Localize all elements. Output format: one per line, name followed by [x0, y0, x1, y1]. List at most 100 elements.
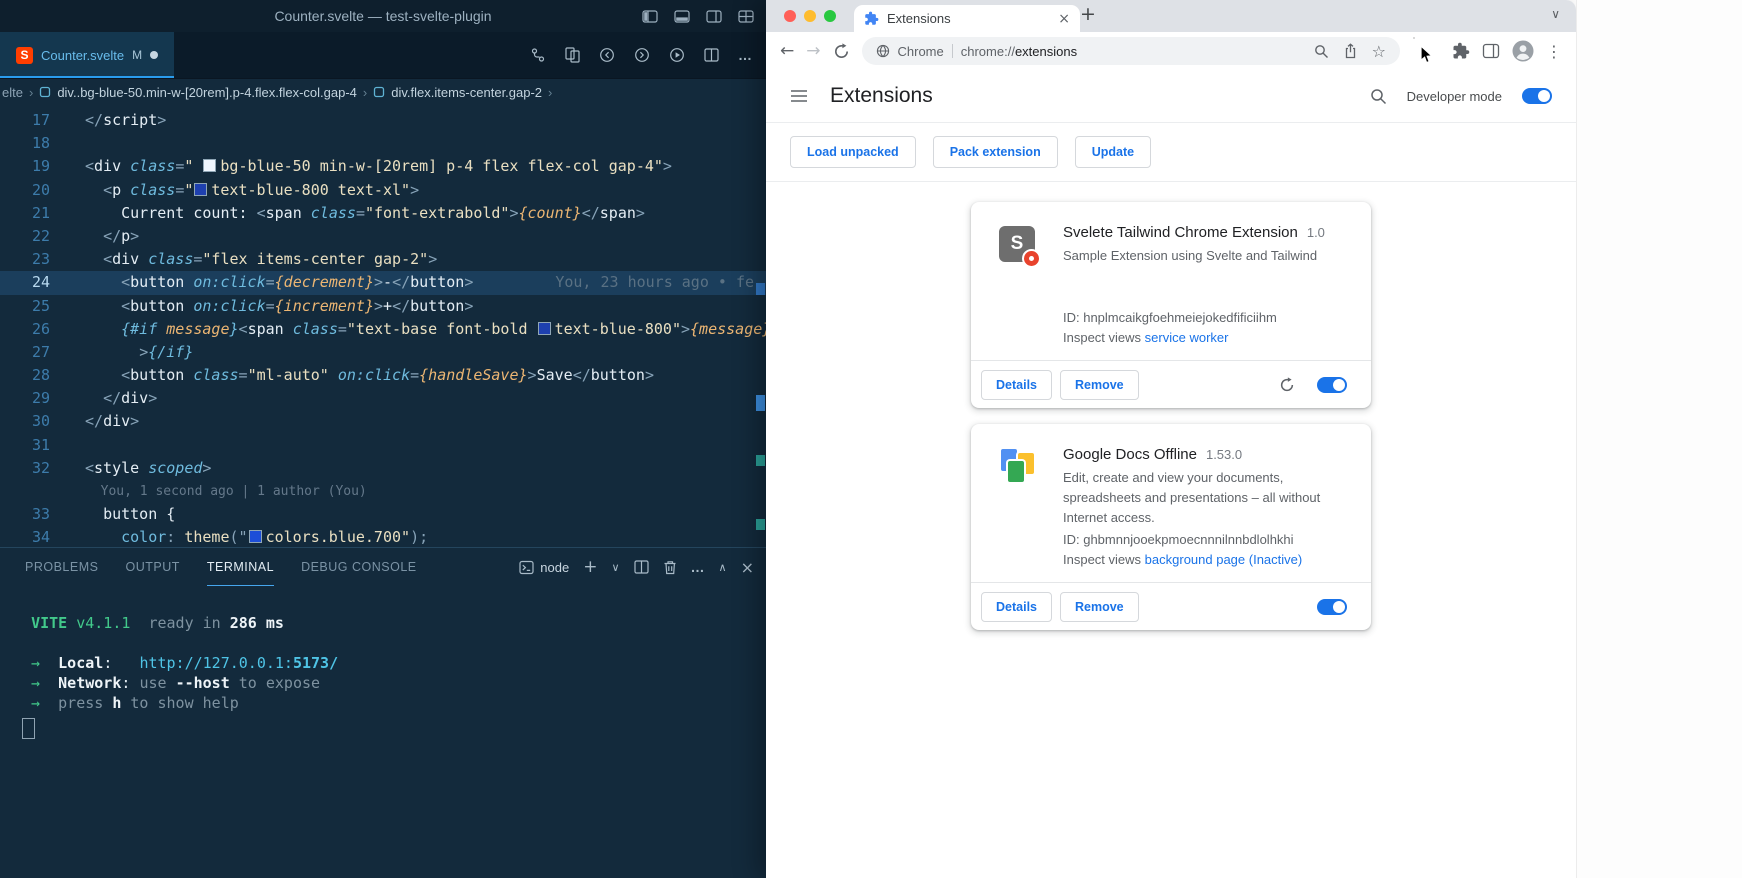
- more-actions-icon[interactable]: …: [738, 47, 752, 63]
- next-change-icon[interactable]: [634, 47, 650, 63]
- panel-more-icon[interactable]: …: [691, 559, 705, 575]
- svelte-extension-icon: S: [999, 226, 1035, 262]
- search-icon[interactable]: [1370, 88, 1387, 105]
- vscode-titlebar[interactable]: Counter.svelte — test-svelte-plugin: [0, 0, 766, 32]
- terminal-dropdown-icon[interactable]: ∨: [611, 561, 619, 574]
- tab-debug-console[interactable]: DEBUG CONSOLE: [301, 548, 417, 586]
- back-button[interactable]: ←: [780, 41, 794, 61]
- load-unpacked-button[interactable]: Load unpacked: [790, 136, 916, 168]
- code-line-23[interactable]: 23 <div class="flex items-center gap-2">: [0, 248, 766, 271]
- background-page-link[interactable]: background page (Inactive): [1145, 552, 1303, 567]
- details-button[interactable]: Details: [981, 592, 1052, 622]
- window-title: Counter.svelte — test-svelte-plugin: [274, 8, 491, 24]
- inspect-views-row: Inspect views service worker: [1063, 328, 1351, 348]
- details-button[interactable]: Details: [981, 370, 1052, 400]
- minimize-window-button[interactable]: [804, 10, 816, 22]
- terminal-icon: [519, 560, 534, 575]
- code-line-18[interactable]: 18: [0, 132, 766, 155]
- toggle-secondary-sidebar-icon[interactable]: [706, 10, 722, 23]
- kill-terminal-icon[interactable]: [663, 560, 677, 575]
- bookmark-star-icon[interactable]: ☆: [1372, 42, 1386, 61]
- close-panel-icon[interactable]: ×: [741, 558, 754, 577]
- breadcrumb-separator: ›: [29, 85, 33, 100]
- share-icon[interactable]: [1343, 43, 1358, 59]
- shell-selector[interactable]: node: [519, 560, 569, 575]
- extension-enabled-toggle[interactable]: [1317, 377, 1347, 393]
- terminal[interactable]: VITE v4.1.1 ready in 286 ms → Local: htt…: [0, 586, 766, 743]
- customize-layout-icon[interactable]: [738, 10, 754, 23]
- extensions-puzzle-icon[interactable]: [1452, 42, 1470, 60]
- toggle-panel-icon[interactable]: [674, 10, 690, 23]
- code-line-33[interactable]: 33 button {: [0, 503, 766, 526]
- omnibox-actions: ☆: [1314, 42, 1386, 61]
- tab-search-chevron-icon[interactable]: ∨: [1551, 7, 1560, 21]
- zoom-icon[interactable]: [1314, 44, 1329, 59]
- open-changes-icon[interactable]: [565, 47, 580, 63]
- maximize-panel-icon[interactable]: ∧: [719, 561, 727, 574]
- code-line-32[interactable]: 32<style scoped>: [0, 457, 766, 480]
- code-line-21[interactable]: 21 Current count: <span class="font-extr…: [0, 202, 766, 225]
- chrome-tab-strip: Extensions × + ∨: [766, 0, 1576, 32]
- profile-avatar[interactable]: [1512, 40, 1534, 62]
- code-line-20[interactable]: 20 <p class="text-blue-800 text-xl">: [0, 179, 766, 202]
- omnibox-divider: [952, 44, 953, 58]
- extension-card-google-docs-offline: Google Docs Offline1.53.0 Edit, create a…: [971, 424, 1371, 630]
- new-tab-button[interactable]: +: [1080, 3, 1096, 25]
- breadcrumb-item-file[interactable]: elte: [2, 85, 23, 100]
- google-docs-offline-icon: [999, 448, 1037, 486]
- overview-ruler-mark: [756, 519, 765, 530]
- code-line-19[interactable]: 19<div class=" bg-blue-50 min-w-[20rem] …: [0, 155, 766, 178]
- close-tab-icon[interactable]: ×: [1058, 11, 1070, 27]
- chrome-toolbar: ← → Chrome chrome://extensions ☆: [766, 32, 1576, 70]
- code-line-22[interactable]: 22 </p>: [0, 225, 766, 248]
- hamburger-menu-icon[interactable]: [790, 89, 808, 103]
- git-compare-icon[interactable]: [530, 47, 546, 63]
- tab-terminal[interactable]: TERMINAL: [207, 548, 274, 586]
- code-line-29[interactable]: 29 </div>: [0, 387, 766, 410]
- code-line-31[interactable]: 31: [0, 434, 766, 457]
- update-button[interactable]: Update: [1075, 136, 1151, 168]
- codelens[interactable]: You, 1 second ago | 1 author (You): [0, 480, 766, 503]
- previous-change-icon[interactable]: [599, 47, 615, 63]
- address-bar[interactable]: Chrome chrome://extensions ☆: [862, 37, 1401, 65]
- tab-problems[interactable]: PROBLEMS: [25, 548, 98, 586]
- code-line-28[interactable]: 28 <button class="ml-auto" on:click={han…: [0, 364, 766, 387]
- code-line-30[interactable]: 30</div>: [0, 410, 766, 433]
- split-terminal-icon[interactable]: [634, 560, 649, 574]
- tab-counter-svelte[interactable]: S Counter.svelte M: [0, 32, 174, 78]
- reload-button[interactable]: [833, 43, 850, 60]
- split-editor-icon[interactable]: [704, 48, 719, 62]
- code-line-25[interactable]: 25 <button on:click={increment}>+</butto…: [0, 295, 766, 318]
- pinned-extension-icon[interactable]: [1414, 38, 1440, 64]
- code-line-17[interactable]: 17</script>: [0, 109, 766, 132]
- chrome-menu-icon[interactable]: ⋮: [1546, 42, 1562, 61]
- tab-output[interactable]: OUTPUT: [125, 548, 179, 586]
- developer-mode-toggle[interactable]: [1522, 88, 1552, 104]
- page-title: Extensions: [830, 84, 933, 108]
- code-line-24[interactable]: 24 <button on:click={decrement}>-</butto…: [0, 271, 766, 294]
- extension-enabled-toggle[interactable]: [1317, 599, 1347, 615]
- vscode-tab-bar: S Counter.svelte M …: [0, 32, 766, 79]
- remove-button[interactable]: Remove: [1060, 592, 1139, 622]
- reload-extension-icon[interactable]: [1279, 377, 1295, 393]
- zoom-window-button[interactable]: [824, 10, 836, 22]
- side-panel-icon[interactable]: [1482, 43, 1500, 59]
- breadcrumb-item-outer-div[interactable]: div..bg-blue-50.min-w-[20rem].p-4.flex.f…: [57, 85, 357, 100]
- code-line-26[interactable]: 26 {#if message}<span class="text-base f…: [0, 318, 766, 341]
- pack-extension-button[interactable]: Pack extension: [933, 136, 1058, 168]
- unsaved-dot[interactable]: [150, 51, 158, 59]
- code-editor[interactable]: 17</script>1819<div class=" bg-blue-50 m…: [0, 105, 766, 552]
- run-icon[interactable]: [669, 47, 685, 63]
- overview-ruler-mark: [756, 395, 765, 411]
- toggle-sidebar-icon[interactable]: [642, 10, 658, 23]
- code-line-27[interactable]: 27 >{/if}: [0, 341, 766, 364]
- close-window-button[interactable]: [784, 10, 796, 22]
- site-info-icon[interactable]: [876, 44, 890, 58]
- breadcrumb-item-inner-div[interactable]: div.flex.items-center.gap-2: [391, 85, 542, 100]
- new-terminal-icon[interactable]: +: [583, 557, 597, 577]
- remove-button[interactable]: Remove: [1060, 370, 1139, 400]
- browser-tab-extensions[interactable]: Extensions ×: [854, 5, 1080, 32]
- color-swatch: [203, 159, 216, 172]
- forward-button[interactable]: →: [806, 41, 820, 61]
- service-worker-link[interactable]: service worker: [1145, 330, 1229, 345]
